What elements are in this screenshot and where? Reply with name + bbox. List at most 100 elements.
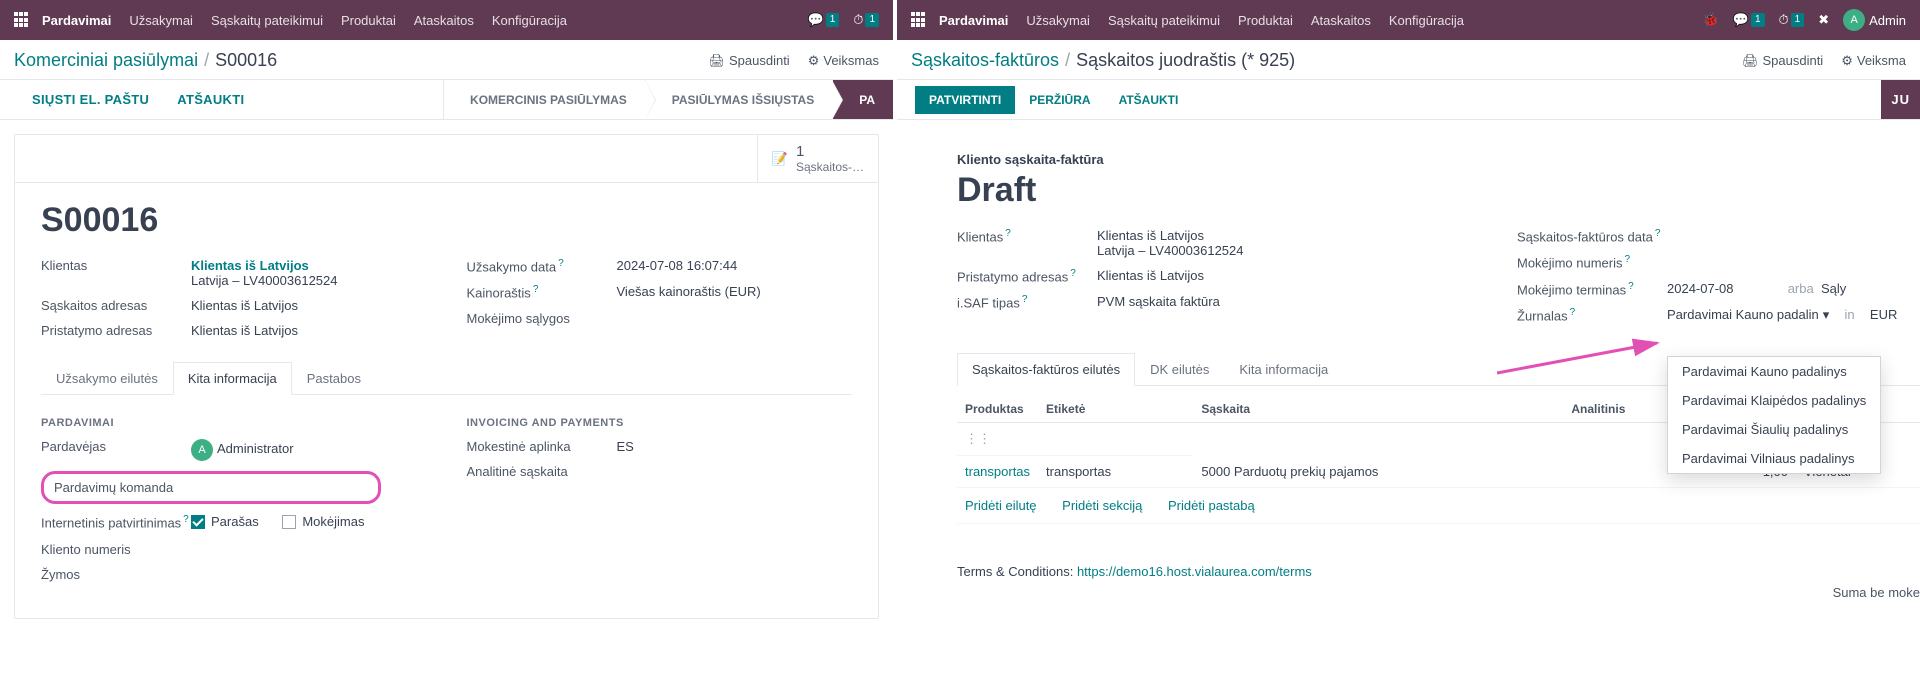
field-label: Kliento numeris (41, 542, 191, 557)
field-label: Internetinis patvirtinimas? (41, 514, 191, 530)
activity-icon[interactable]: ⏱1 (853, 12, 879, 28)
cell-account[interactable]: 5000 Parduotų prekių pajamos (1193, 456, 1563, 488)
journal-select[interactable]: Pardavimai Kauno padalin▾ in EUR (1667, 307, 1897, 323)
tab-other-info[interactable]: Kita informacija (173, 362, 292, 395)
signature-checkbox[interactable]: Parašas (191, 514, 259, 529)
tools-icon[interactable]: ✖ (1818, 12, 1829, 28)
online-confirm-value: Parašas Mokėjimas (191, 514, 384, 532)
actions-button[interactable]: ⚙ Veiksmas (808, 53, 879, 69)
brand[interactable]: Pardavimai (939, 13, 1008, 28)
breadcrumb-bar: Sąskaitos-faktūros / Sąskaitos juodrašti… (897, 40, 1920, 80)
chevron-down-icon: ▾ (1823, 307, 1830, 323)
col-head[interactable]: Sąskaita (1193, 396, 1563, 423)
payment-checkbox[interactable]: Mokėjimas (282, 514, 364, 529)
section-head: INVOICING AND PAYMENTS (467, 417, 853, 429)
dropdown-option[interactable]: Pardavimai Kauno padalinys (1668, 357, 1880, 386)
activity-badge: 1 (1791, 13, 1805, 27)
dropdown-option[interactable]: Pardavimai Šiaulių padalinys (1668, 415, 1880, 444)
preview-button[interactable]: PERŽIŪRA (1015, 86, 1104, 114)
breadcrumb-link[interactable]: Sąskaitos-faktūros (911, 50, 1059, 71)
status-step[interactable]: KOMERCINIS PASIŪLYMAS (443, 80, 645, 119)
nav-item[interactable]: Ataskaitos (1311, 13, 1371, 28)
topnav-left: Pardavimai Užsakymai Sąskaitų pateikimui… (0, 0, 893, 40)
due-date-value[interactable]: 2024-07-08 arba Sąly (1667, 281, 1846, 296)
help-icon[interactable]: ? (183, 514, 189, 525)
section-head: PARDAVIMAI (41, 417, 427, 429)
field-label: Žymos (41, 567, 191, 582)
partner-vat: Latvija – LV40003612524 (191, 273, 338, 288)
nav-item[interactable]: Sąskaitų pateikimui (1108, 13, 1220, 28)
field-value: Klientas iš Latvijos (1097, 228, 1244, 243)
salesperson-value[interactable]: AAdministrator (191, 439, 294, 461)
nav-item[interactable]: Sąskaitų pateikimui (211, 13, 323, 28)
help-icon[interactable]: ? (558, 258, 564, 269)
nav-item[interactable]: Užsakymai (1026, 13, 1090, 28)
add-line-link[interactable]: Pridėti eilutę (965, 498, 1037, 513)
add-section-link[interactable]: Pridėti sekciją (1062, 498, 1142, 513)
actions-button[interactable]: ⚙ Veiksma (1841, 53, 1906, 69)
apps-icon[interactable] (14, 12, 30, 28)
status-stage[interactable]: JU (1881, 80, 1920, 119)
print-button[interactable]: 🖨 Spausdinti (708, 53, 789, 69)
terms-link[interactable]: https://demo16.host.vialaurea.com/terms (1077, 564, 1312, 579)
bug-icon[interactable]: 🐞 (1703, 12, 1719, 28)
field-label: Mokėjimo terminas? (1517, 281, 1667, 297)
cancel-button[interactable]: ATŠAUKTI (163, 85, 258, 114)
brand[interactable]: Pardavimai (42, 13, 111, 28)
nav-item[interactable]: Konfigūracija (1389, 13, 1464, 28)
field-value: 2024-07-08 16:07:44 (617, 258, 738, 273)
invoices-stat[interactable]: 📝 1 Sąskaitos-… (757, 135, 878, 182)
dropdown-option[interactable]: Pardavimai Vilniaus padalinys (1668, 444, 1880, 473)
tab-order-lines[interactable]: Užsakymo eilutės (41, 362, 173, 394)
status-bar-left: SIŲSTI EL. PAŠTU ATŠAUKTI KOMERCINIS PAS… (0, 80, 893, 120)
field-label: Klientas? (957, 228, 1097, 244)
nav-item[interactable]: Ataskaitos (414, 13, 474, 28)
confirm-button[interactable]: PATVIRTINTI (915, 86, 1015, 114)
breadcrumb-link[interactable]: Komerciniai pasiūlymai (14, 50, 198, 71)
user-menu[interactable]: AAdmin (1843, 9, 1906, 31)
help-icon[interactable]: ? (1022, 294, 1028, 305)
tab-other-info[interactable]: Kita informacija (1224, 353, 1343, 385)
field-value: Viešas kainoraštis (EUR) (617, 284, 761, 299)
help-icon[interactable]: ? (1570, 307, 1576, 318)
tab-journal-items[interactable]: DK eilutės (1135, 353, 1224, 385)
activity-icon[interactable]: ⏱1 (1779, 12, 1805, 28)
col-head[interactable]: Produktas (957, 396, 1038, 423)
status-bar-right: PATVIRTINTI PERŽIŪRA ATŠAUKTI JU (897, 80, 1920, 120)
help-icon[interactable]: ? (1005, 228, 1011, 239)
print-button[interactable]: 🖨 Spausdinti (1742, 53, 1823, 69)
add-note-link[interactable]: Pridėti pastabą (1168, 498, 1255, 513)
help-icon[interactable]: ? (533, 284, 539, 295)
tab-invoice-lines[interactable]: Sąskaitos-faktūros eilutės (957, 353, 1135, 386)
topnav-right: Pardavimai Užsakymai Sąskaitų pateikimui… (897, 0, 1920, 40)
nav-item[interactable]: Konfigūracija (492, 13, 567, 28)
col-head[interactable]: Etiketė (1038, 396, 1193, 423)
nav-item[interactable]: Produktai (1238, 13, 1293, 28)
partner-link[interactable]: Klientas iš Latvijos (191, 258, 338, 273)
field-value: PVM sąskaita faktūra (1097, 294, 1220, 309)
drag-handle-icon[interactable]: ⋮⋮ (965, 431, 991, 446)
chat-icon[interactable]: 💬1 (1733, 12, 1765, 28)
apps-icon[interactable] (911, 12, 927, 28)
chat-badge: 1 (826, 13, 840, 27)
tab-notes[interactable]: Pastabos (292, 362, 376, 394)
record-title: S00016 (41, 201, 852, 240)
status-step[interactable]: PASIŪLYMAS IŠSIŲSTAS (645, 80, 832, 119)
journal-dropdown: Pardavimai Kauno padalinys Pardavimai Kl… (1667, 356, 1881, 474)
help-icon[interactable]: ? (1070, 268, 1076, 279)
nav-item[interactable]: Produktai (341, 13, 396, 28)
help-icon[interactable]: ? (1628, 281, 1634, 292)
dropdown-option[interactable]: Pardavimai Klaipėdos padalinys (1668, 386, 1880, 415)
cell-label[interactable]: transportas (1038, 456, 1193, 488)
cancel-button[interactable]: ATŠAUKTI (1105, 86, 1193, 114)
help-icon[interactable]: ? (1655, 228, 1661, 239)
cell-product[interactable]: transportas (957, 456, 1038, 488)
help-icon[interactable]: ? (1624, 254, 1630, 265)
nav-item[interactable]: Užsakymai (129, 13, 193, 28)
chat-icon[interactable]: 💬1 (808, 12, 840, 28)
field-value: ES (617, 439, 634, 454)
send-email-button[interactable]: SIŲSTI EL. PAŠTU (18, 85, 163, 114)
field-label: Pardavėjas (41, 439, 191, 454)
field-label: i.SAF tipas? (957, 294, 1097, 310)
field-label: Mokėjimo numeris? (1517, 254, 1667, 270)
